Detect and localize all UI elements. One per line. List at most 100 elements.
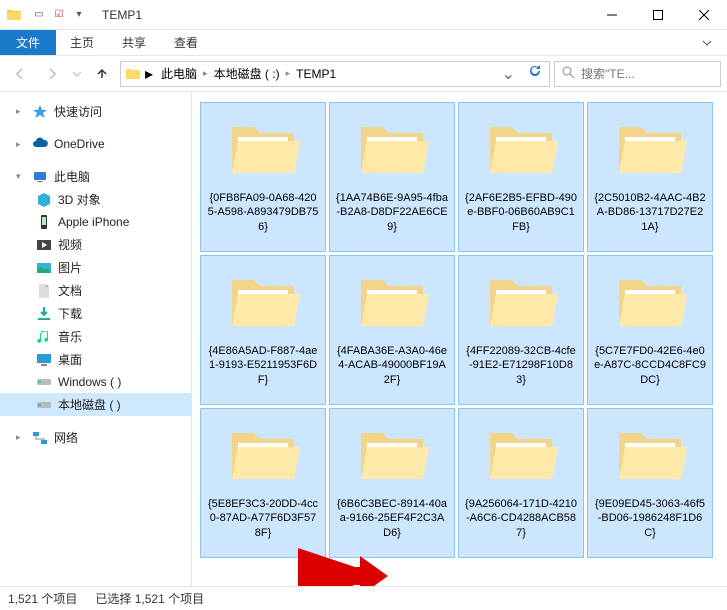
qa-check-icon[interactable]: ☑ (50, 6, 68, 24)
folder-item[interactable]: {6B6C3BEC-8914-40aa-9166-25EF4F2C3AD6} (329, 408, 455, 558)
folder-label: {4E86A5AD-F887-4ae1-9193-E5211953F6DF} (205, 344, 321, 387)
ribbon-tabs: 文件 主页 共享 查看 (0, 30, 727, 56)
status-count: 1,521 个项目 (8, 590, 77, 607)
nav-up-button[interactable] (88, 60, 116, 88)
folder-icon (611, 415, 689, 493)
content-pane[interactable]: {0FB8FA09-0A68-4205-A598-A893479DB756} {1… (192, 92, 727, 586)
folder-icon (611, 109, 689, 187)
sidebar-item-3d[interactable]: 3D 对象 (0, 188, 191, 211)
tree-label: 视频 (58, 236, 82, 253)
sidebar-item-windows-drive[interactable]: Windows ( ) (0, 371, 191, 393)
folder-icon (125, 66, 141, 82)
folder-label: {5E8EF3C3-20DD-4cc0-87AD-A77F6D3F578F} (205, 497, 321, 540)
qa-dropdown-icon[interactable]: ▾ (70, 6, 88, 24)
search-input[interactable] (581, 67, 714, 81)
chevron-right-icon[interactable]: ▸ (16, 106, 26, 117)
tree-label: 此电脑 (54, 168, 90, 185)
sidebar-item-music[interactable]: 音乐 (0, 325, 191, 348)
chevron-right-icon[interactable]: ▸ (145, 64, 153, 84)
sidebar-item-videos[interactable]: 视频 (0, 233, 191, 256)
sidebar-item-desktop[interactable]: 桌面 (0, 348, 191, 371)
sidebar-item-quick-access[interactable]: ▸ 快速访问 (0, 100, 191, 123)
nav-forward-button[interactable] (38, 60, 66, 88)
share-tab[interactable]: 共享 (108, 30, 160, 55)
sidebar-item-pictures[interactable]: 图片 (0, 256, 191, 279)
minimize-button[interactable] (589, 0, 635, 30)
status-bar: 1,521 个项目 已选择 1,521 个项目 (0, 586, 727, 610)
drive-icon (36, 374, 52, 390)
folder-icon (353, 262, 431, 340)
sidebar-item-downloads[interactable]: 下载 (0, 302, 191, 325)
folder-item[interactable]: {1AA74B6E-9A95-4fba-B2A8-D8DF22AE6CE9} (329, 102, 455, 252)
folder-item[interactable]: {4FABA36E-A3A0-46e4-ACAB-49000BF19A2F} (329, 255, 455, 405)
file-tab[interactable]: 文件 (0, 30, 56, 55)
refresh-icon[interactable] (523, 64, 545, 83)
sidebar-item-local-drive[interactable]: 本地磁盘 ( ) (0, 393, 191, 416)
folder-item[interactable]: {9E09ED45-3063-46f5-BD06-1986248F1D6C} (587, 408, 713, 558)
chevron-down-icon[interactable]: ▾ (16, 171, 26, 182)
search-icon (561, 65, 575, 82)
folder-item[interactable]: {5E8EF3C3-20DD-4cc0-87AD-A77F6D3F578F} (200, 408, 326, 558)
picture-icon (36, 260, 52, 276)
expand-ribbon-button[interactable] (687, 30, 727, 55)
tree-label: 下载 (58, 305, 82, 322)
desktop-icon (36, 352, 52, 368)
window-title: TEMP1 (102, 8, 142, 22)
crumb-pc[interactable]: 此电脑 (157, 65, 201, 82)
chevron-right-icon[interactable]: ▸ (201, 68, 210, 79)
folder-label: {4FF22089-32CB-4cfe-91E2-E71298F10D83} (463, 344, 579, 387)
chevron-right-icon[interactable]: ▸ (284, 68, 293, 79)
crumb-folder[interactable]: TEMP1 (292, 67, 340, 81)
folder-label: {5C7E7FD0-42E6-4e0e-A87C-8CCD4C8FC9DC} (592, 344, 708, 387)
folder-label: {1AA74B6E-9A95-4fba-B2A8-D8DF22AE6CE9} (334, 191, 450, 234)
chevron-right-icon[interactable]: ▸ (16, 432, 26, 443)
folder-item[interactable]: {5C7E7FD0-42E6-4e0e-A87C-8CCD4C8FC9DC} (587, 255, 713, 405)
sidebar-item-iphone[interactable]: Apple iPhone (0, 211, 191, 233)
star-icon (32, 104, 48, 120)
folder-icon (224, 415, 302, 493)
status-selected: 已选择 1,521 个项目 (95, 590, 204, 607)
view-tab[interactable]: 查看 (160, 30, 212, 55)
maximize-button[interactable] (635, 0, 681, 30)
navigation-pane: ▸ 快速访问 ▸ OneDrive ▾ 此电脑 3D 对象 Apple iPho… (0, 92, 192, 586)
folder-item[interactable]: {0FB8FA09-0A68-4205-A598-A893479DB756} (200, 102, 326, 252)
nav-back-button[interactable] (6, 60, 34, 88)
folder-item[interactable]: {4E86A5AD-F887-4ae1-9193-E5211953F6DF} (200, 255, 326, 405)
qa-properties-icon[interactable]: ▭ (30, 6, 48, 24)
home-tab[interactable]: 主页 (56, 30, 108, 55)
folder-item[interactable]: {4FF22089-32CB-4cfe-91E2-E71298F10D83} (458, 255, 584, 405)
music-icon (36, 329, 52, 345)
main-area: ▸ 快速访问 ▸ OneDrive ▾ 此电脑 3D 对象 Apple iPho… (0, 92, 727, 586)
nav-history-button[interactable] (70, 60, 84, 88)
folder-item[interactable]: {2C5010B2-4AAC-4B2A-BD86-13717D27E21A} (587, 102, 713, 252)
tree-label: 文档 (58, 282, 82, 299)
tree-label: 本地磁盘 ( ) (58, 396, 121, 413)
sidebar-item-documents[interactable]: 文档 (0, 279, 191, 302)
folder-label: {9E09ED45-3063-46f5-BD06-1986248F1D6C} (592, 497, 708, 540)
network-icon (32, 430, 48, 446)
crumb-drive[interactable]: 本地磁盘 ( :) (210, 65, 284, 82)
folder-icon (482, 415, 560, 493)
folder-label: {2C5010B2-4AAC-4B2A-BD86-13717D27E21A} (592, 191, 708, 234)
3d-icon (36, 192, 52, 208)
sidebar-item-onedrive[interactable]: ▸ OneDrive (0, 133, 191, 155)
tree-label: 桌面 (58, 351, 82, 368)
address-bar: ▸ 此电脑 ▸ 本地磁盘 ( :) ▸ TEMP1 ⌄ (0, 56, 727, 92)
sidebar-item-network[interactable]: ▸ 网络 (0, 426, 191, 449)
document-icon (36, 283, 52, 299)
tree-label: 网络 (54, 429, 78, 446)
folder-item[interactable]: {9A256064-171D-4210-A6C6-CD4288ACB587} (458, 408, 584, 558)
folder-item[interactable]: {2AF6E2B5-EFBD-490e-BBF0-06B60AB9C1FB} (458, 102, 584, 252)
folder-icon (224, 262, 302, 340)
tree-label: 3D 对象 (58, 191, 101, 208)
folder-label: {2AF6E2B5-EFBD-490e-BBF0-06B60AB9C1FB} (463, 191, 579, 234)
address-dropdown-icon[interactable]: ⌄ (498, 64, 519, 84)
address-box[interactable]: ▸ 此电脑 ▸ 本地磁盘 ( :) ▸ TEMP1 ⌄ (120, 61, 550, 87)
tree-label: OneDrive (54, 137, 105, 151)
close-button[interactable] (681, 0, 727, 30)
tree-label: Apple iPhone (58, 215, 129, 229)
folder-label: {0FB8FA09-0A68-4205-A598-A893479DB756} (205, 191, 321, 234)
chevron-right-icon[interactable]: ▸ (16, 139, 26, 150)
search-box[interactable] (554, 61, 721, 87)
sidebar-item-this-pc[interactable]: ▾ 此电脑 (0, 165, 191, 188)
